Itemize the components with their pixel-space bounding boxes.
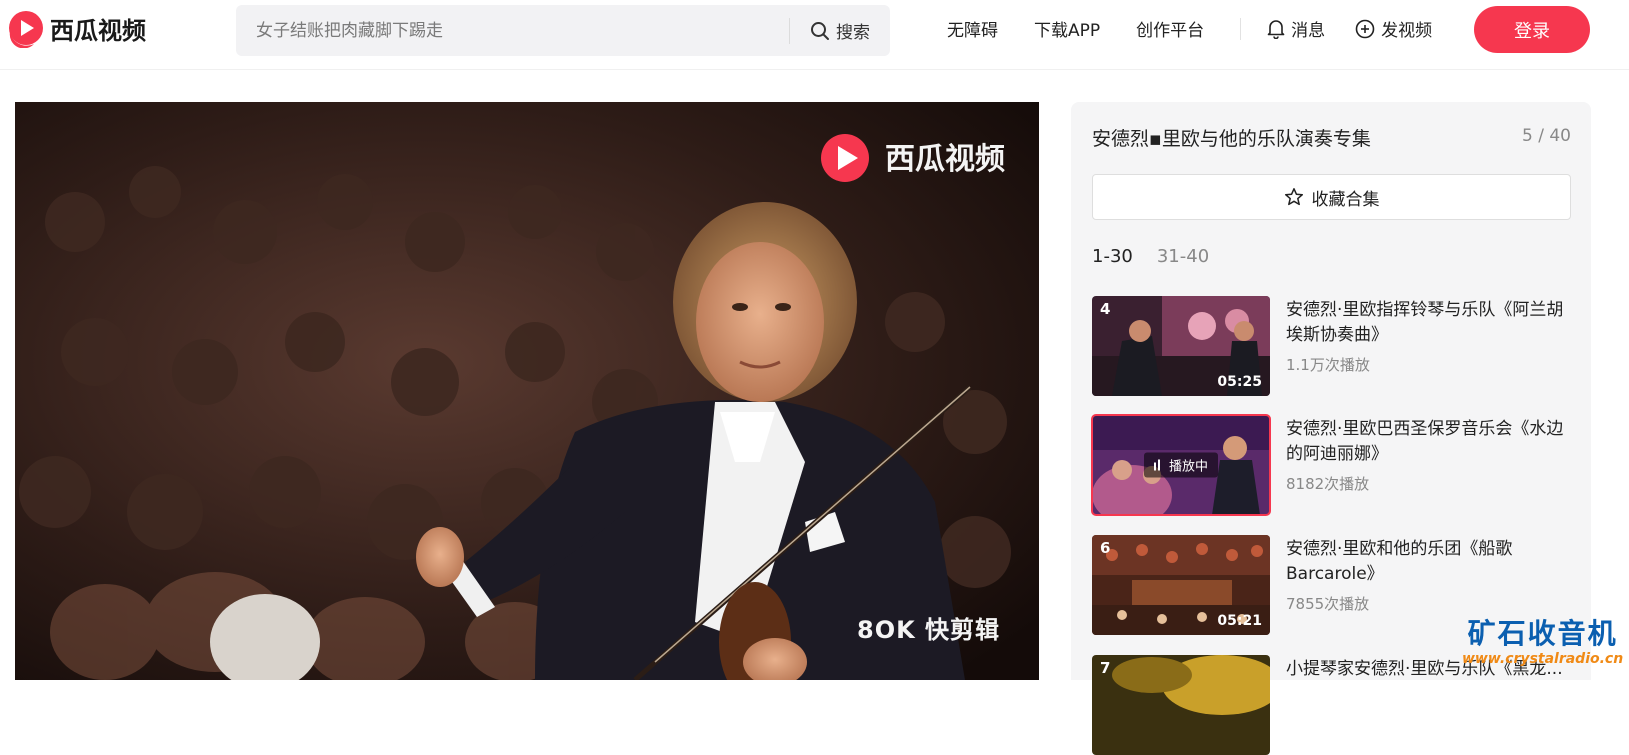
- search-button[interactable]: 搜索: [790, 5, 890, 56]
- tab-range-31-40[interactable]: 31-40: [1157, 246, 1209, 267]
- item-play-count: 7855次播放: [1286, 595, 1370, 613]
- thumbnail-duration: 05:25: [1217, 374, 1262, 390]
- plus-circle-icon: [1355, 19, 1375, 38]
- video-thumbnail[interactable]: 6 05:21: [1092, 535, 1270, 635]
- nav-divider: [1240, 17, 1242, 40]
- range-tabs: 1-30 31-40: [1092, 246, 1209, 267]
- star-icon: [1284, 188, 1303, 206]
- item-info: 小提琴家安德烈·里欧与乐队《黑龙...: [1286, 655, 1572, 755]
- collect-button-label: 收藏合集: [1311, 189, 1380, 210]
- playlist-title: 安德烈▪里欧与他的乐队演奏专集: [1092, 128, 1371, 150]
- item-title[interactable]: 安德烈·里欧和他的乐团《船歌Barcarole》: [1286, 537, 1572, 587]
- site-watermark-name: 矿石收音机: [1467, 617, 1618, 650]
- player-watermark-top-text: 西瓜视频: [885, 142, 1005, 177]
- thumbnail-image: [1092, 655, 1270, 755]
- item-play-count: 8182次播放: [1286, 475, 1370, 493]
- search-input[interactable]: [236, 5, 789, 56]
- playlist-item[interactable]: 7 小提琴家安德烈·里欧与乐队《黑龙...: [1092, 655, 1572, 755]
- nav-upload-video-label: 发视频: [1381, 21, 1433, 41]
- nav-messages-label: 消息: [1291, 21, 1326, 41]
- logo-text: 西瓜视频: [50, 16, 146, 45]
- thumbnail-index: 6: [1100, 539, 1111, 557]
- tab-range-1-30[interactable]: 1-30: [1092, 246, 1133, 267]
- bell-icon: [1267, 19, 1285, 39]
- search-button-label: 搜索: [836, 23, 870, 43]
- video-frame: [15, 102, 1039, 680]
- thumbnail-duration: 05:21: [1217, 613, 1262, 629]
- collect-collection-button[interactable]: 收藏合集: [1092, 174, 1571, 220]
- login-button[interactable]: 登录: [1474, 6, 1590, 53]
- nav-messages[interactable]: 消息: [1267, 16, 1325, 41]
- video-thumbnail[interactable]: 7: [1092, 655, 1270, 755]
- playlist-item-playing[interactable]: 播放中 安德烈·里欧巴西圣保罗音乐会《水边的阿迪丽娜》 8182次播放: [1091, 414, 1572, 516]
- thumbnail-index: 4: [1100, 300, 1111, 318]
- item-info: 安德烈·里欧指挥铃琴与乐队《阿兰胡埃斯协奏曲》 1.1万次播放: [1286, 296, 1572, 396]
- thumbnail-index: 7: [1100, 659, 1111, 677]
- top-header: 西瓜视频 搜索 无障碍 下载APP 创作平台 消息: [0, 0, 1629, 70]
- playlist-panel: 安德烈▪里欧与他的乐队演奏专集 5 / 40 收藏合集 1-30 31-40 4…: [1071, 102, 1591, 755]
- nav-upload-video[interactable]: 发视频: [1355, 16, 1432, 41]
- item-title[interactable]: 安德烈·里欧巴西圣保罗音乐会《水边的阿迪丽娜》: [1286, 417, 1572, 467]
- site-watermark: 矿石收音机 www.crystalradio.cn: [1462, 618, 1623, 668]
- playlist-item[interactable]: 4 05:25 安德烈·里欧指挥铃琴与乐队《阿兰胡埃斯协奏曲》 1.1万次播放: [1092, 296, 1572, 396]
- site-logo[interactable]: 西瓜视频: [4, 8, 146, 48]
- nav-creator-platform[interactable]: 创作平台: [1136, 16, 1204, 41]
- search-box: 搜索: [236, 5, 890, 56]
- search-icon: [811, 21, 829, 40]
- site-watermark-url: www.crystalradio.cn: [1462, 651, 1624, 667]
- video-player[interactable]: 西瓜视频 8OK 快剪辑: [15, 102, 1039, 680]
- video-thumbnail[interactable]: 4 05:25: [1092, 296, 1270, 396]
- top-nav: 无障碍 下载APP 创作平台 消息 发视频: [947, 16, 1462, 41]
- nav-accessibility[interactable]: 无障碍: [947, 16, 998, 41]
- item-title[interactable]: 安德烈·里欧指挥铃琴与乐队《阿兰胡埃斯协奏曲》: [1286, 298, 1572, 348]
- player-watermark-top: 西瓜视频: [831, 134, 1005, 178]
- video-thumbnail[interactable]: 播放中: [1091, 414, 1271, 516]
- item-play-count: 1.1万次播放: [1286, 356, 1370, 374]
- now-playing-badge: 播放中: [1143, 452, 1219, 478]
- equalizer-icon: [1153, 459, 1160, 471]
- xigua-logo-icon: [9, 11, 43, 48]
- item-info: 安德烈·里欧巴西圣保罗音乐会《水边的阿迪丽娜》 8182次播放: [1286, 415, 1572, 515]
- player-watermark-bottom: 8OK 快剪辑: [857, 616, 1001, 644]
- playlist-position: 5 / 40: [1522, 126, 1571, 146]
- now-playing-label: 播放中: [1168, 459, 1209, 475]
- nav-download-app[interactable]: 下载APP: [1034, 16, 1100, 41]
